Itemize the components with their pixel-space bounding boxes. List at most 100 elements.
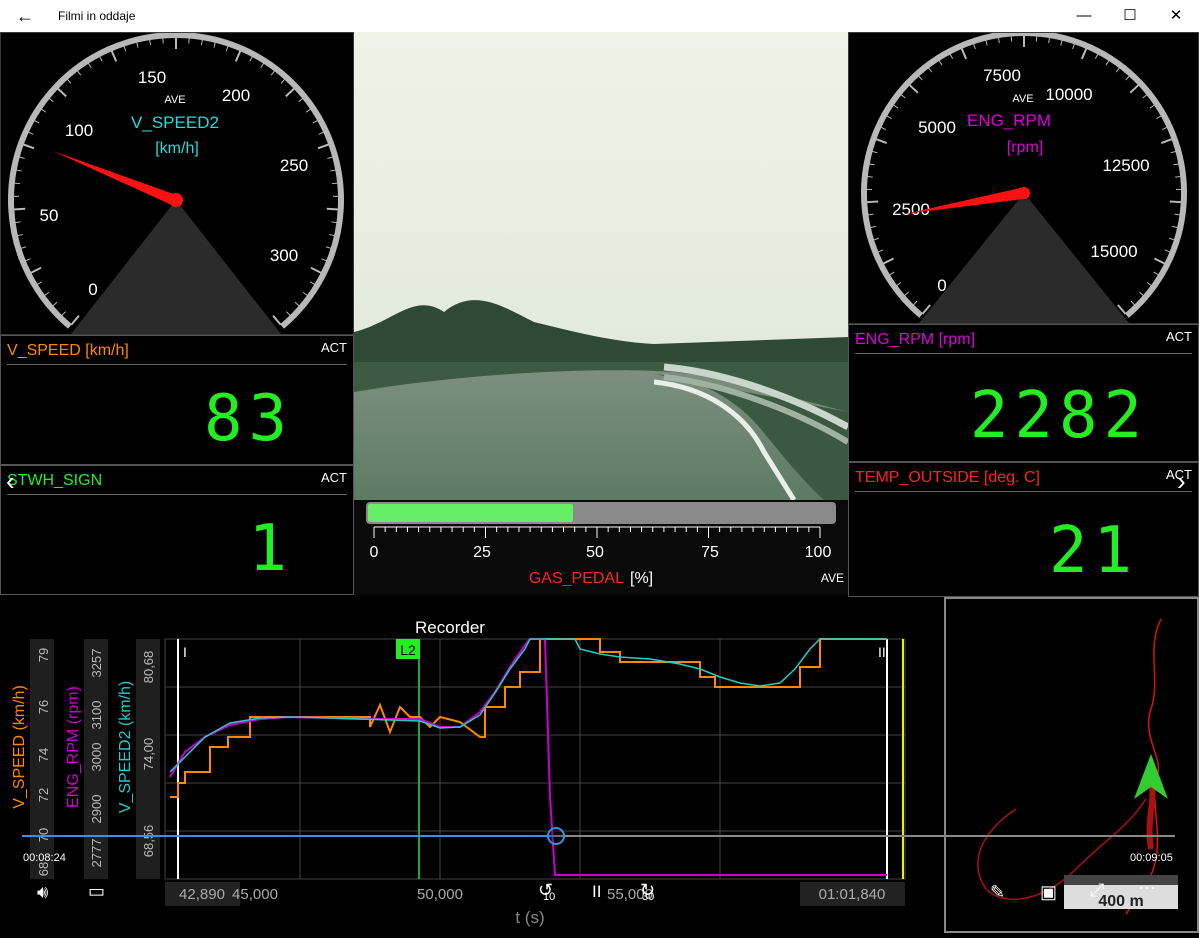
- speed-tick: 79: [36, 648, 51, 662]
- gauge-tick: [1175, 176, 1181, 177]
- gauge-speed-tick-250: 250: [280, 156, 308, 175]
- gauge-rpm-tick-0: 0: [937, 276, 946, 295]
- rpm-tick: 3100: [89, 701, 104, 730]
- gauge-tick: [111, 50, 116, 61]
- gauge-tick: [88, 63, 91, 68]
- gauge-tick: [52, 302, 57, 306]
- pedal-tick-75: 75: [701, 544, 719, 561]
- seek-progress: [22, 835, 555, 837]
- gauge-tick: [1165, 250, 1171, 252]
- stwh-value: 1: [248, 512, 293, 586]
- rpm-gauge-panel: 0 2500 5000 7500 10000 12500 15000 AVE E…: [848, 32, 1199, 324]
- gauge-tick: [886, 116, 891, 119]
- speed2-tick: 68,56: [141, 825, 156, 858]
- gauge-tick: [1082, 48, 1087, 59]
- seek-bar[interactable]: [22, 835, 1175, 837]
- gauge-tick: [878, 250, 884, 252]
- gauge-rpm-tick-5000: 5000: [918, 118, 956, 137]
- video-frame[interactable]: [354, 32, 848, 500]
- x-tick: 50,000: [417, 886, 463, 903]
- gauge-tick: [19, 157, 25, 159]
- v-speed-panel: V_SPEED [km/h] ACT 83: [0, 335, 354, 465]
- rpm-axis-label: ENG_RPM (rpm): [65, 686, 82, 808]
- maximize-button[interactable]: ☐: [1107, 0, 1153, 32]
- rpm-tick: 3000: [89, 743, 104, 772]
- x-tick-end: 01:01,840: [819, 886, 886, 903]
- fullscreen-icon[interactable]: ⤢: [1090, 880, 1104, 901]
- gauge-tick: [872, 151, 878, 153]
- gauge-tick: [1154, 272, 1159, 275]
- gauge-tick: [77, 70, 81, 75]
- gauge-tick: [1157, 116, 1162, 119]
- gauge-tick: [303, 292, 308, 296]
- gauge-tick: [1131, 301, 1135, 305]
- pause-button[interactable]: II: [592, 882, 601, 902]
- gauge-tick: [913, 301, 917, 305]
- gauge-speed-tick-300: 300: [270, 246, 298, 265]
- captions-icon[interactable]: ▭: [88, 881, 105, 902]
- gauge-speed-tick-100: 100: [65, 121, 93, 140]
- gauge-tick: [1116, 67, 1120, 72]
- pedal-tick-25: 25: [473, 544, 491, 561]
- gas-pedal-mode: AVE: [821, 571, 844, 585]
- minimize-button[interactable]: —: [1061, 0, 1107, 32]
- gauge-tick: [44, 292, 49, 296]
- speed-gauge: 0 50 100 150 200 250 300 AVE V_SPEED2 [k…: [1, 33, 353, 334]
- gauge-speed-tick-200: 200: [222, 86, 250, 105]
- x-tick-start: 42,890: [179, 886, 225, 903]
- close-button[interactable]: ✕: [1153, 0, 1199, 32]
- gauge-tick: [273, 316, 281, 325]
- divider: [855, 353, 1192, 354]
- speed-tick: 72: [36, 788, 51, 802]
- rpm-tick: 2900: [89, 795, 104, 824]
- gauge-tick: [226, 46, 228, 52]
- divider: [7, 494, 347, 495]
- gauge-tick: [1106, 60, 1109, 65]
- divider: [855, 491, 1192, 492]
- gauge-tick: [866, 201, 878, 202]
- gauge-tick: [306, 109, 311, 112]
- gauge-tick: [1095, 53, 1098, 58]
- gauge-tick: [1126, 76, 1130, 80]
- gauge-speed-tick-0: 0: [88, 280, 97, 299]
- gauge-tick: [124, 46, 126, 52]
- volume-icon[interactable]: 🔊︎: [37, 882, 48, 903]
- gauge-tick: [318, 144, 329, 148]
- gas-pedal-fill: [368, 504, 573, 522]
- gauge-tick: [28, 132, 33, 135]
- gas-pedal-bar: 0 25 50 75 100 GAS_PEDAL [%] AVE: [354, 500, 848, 595]
- next-arrow-icon[interactable]: ›: [1177, 466, 1186, 497]
- gauge-tick: [1170, 201, 1182, 202]
- speed-tick: 74: [36, 748, 51, 762]
- gauge-tick: [271, 70, 275, 75]
- gauge-tick: [310, 282, 315, 285]
- gauge-tick: [870, 226, 876, 227]
- gauge-tick: [1150, 105, 1155, 108]
- temp-label: TEMP_OUTSIDE [deg. C]: [855, 469, 1040, 487]
- previous-arrow-icon[interactable]: ‹: [6, 466, 15, 497]
- gauge-tick: [873, 238, 879, 240]
- gauge-tick: [37, 282, 42, 285]
- gauge-tick: [13, 209, 25, 210]
- speed2-axis-label: V_SPEED2 (km/h): [117, 681, 134, 813]
- gauge-hub: [169, 193, 183, 207]
- gauge-tick: [236, 50, 241, 61]
- more-options-icon[interactable]: ⋯: [1138, 878, 1156, 899]
- gauge-tick: [876, 139, 887, 143]
- gauge-tick: [150, 39, 151, 45]
- back-button[interactable]: ←: [10, 5, 40, 27]
- stwh-label: STWH_SIGN: [7, 472, 102, 490]
- mini-view-icon[interactable]: ▣: [1040, 882, 1057, 903]
- edit-icon[interactable]: ✎: [990, 882, 1005, 903]
- gauge-tick: [137, 42, 138, 48]
- gauge-rpm-tick-7500: 7500: [983, 66, 1021, 85]
- time-current: 00:08:24: [23, 852, 66, 864]
- map-scale: 400 m: [1098, 893, 1143, 910]
- gauge-tick: [1169, 238, 1175, 240]
- gauge-tick: [880, 127, 885, 130]
- gauge-tick: [904, 292, 909, 296]
- speed2-tick: 80,68: [141, 651, 156, 684]
- divider: [7, 364, 347, 365]
- eng-rpm-label: ENG_RPM [rpm]: [855, 331, 975, 349]
- gauge-tick: [61, 312, 65, 316]
